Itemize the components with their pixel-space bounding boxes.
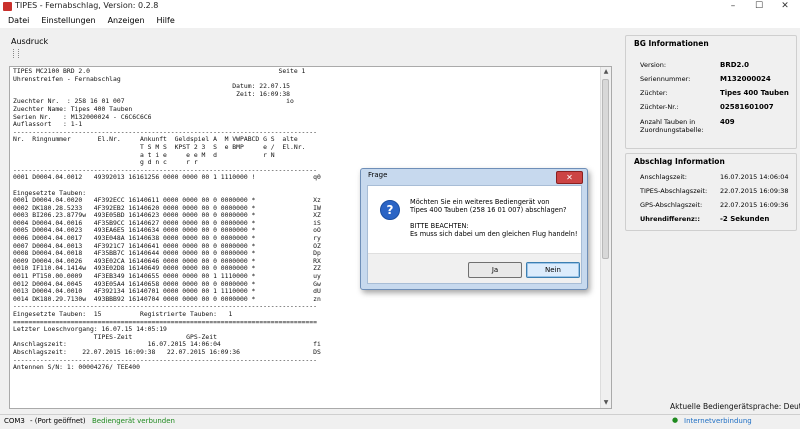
window-title: TIPES - Fernabschlag, Version: 0.2.8 (15, 1, 159, 10)
scroll-down-icon[interactable]: ▼ (601, 398, 611, 408)
dialog-body: ? Möchten Sie ein weiteres Bediengerät v… (367, 185, 582, 284)
status-internet: Internetverbindung (684, 417, 752, 425)
globe-icon: ● (672, 416, 679, 424)
yes-button[interactable]: Ja (468, 262, 522, 278)
dialog-title: Frage (368, 171, 388, 179)
tab-ausdruck[interactable]: Ausdruck (11, 37, 48, 46)
info-panel: BG Informationen Version: BRD2.0 Serienn… (625, 32, 797, 410)
status-bar: COM3 - (Port geöffnet) Bediengerät verbu… (0, 414, 800, 429)
menu-bar: Datei Einstellungen Anzeigen Hilfe (0, 13, 800, 28)
abschlag-info-header: Abschlag Information (634, 157, 725, 166)
dialog-close-button[interactable]: ✕ (556, 171, 583, 184)
close-window-button[interactable]: ✕ (772, 0, 798, 13)
menu-einstellungen[interactable]: Einstellungen (35, 13, 101, 28)
app-icon (3, 2, 12, 11)
menu-anzeigen[interactable]: Anzeigen (102, 13, 151, 28)
report-scrollbar[interactable]: ▲ ▼ (600, 67, 611, 408)
status-port: COM3 (4, 417, 25, 425)
title-bar: TIPES - Fernabschlag, Version: 0.2.8 – ☐… (0, 0, 800, 14)
question-icon: ? (380, 200, 400, 220)
print-toolbar (13, 48, 613, 60)
scroll-up-icon[interactable]: ▲ (601, 67, 611, 77)
abschlag-info-group: Abschlag Information Anschlagszeit: 16.0… (625, 153, 797, 231)
status-port-state: - (Port geöffnet) (30, 417, 86, 425)
scroll-thumb[interactable] (602, 79, 609, 259)
device-language: Aktuelle Bediengerätsprache: Deutsch (670, 402, 800, 411)
maximize-button[interactable]: ☐ (746, 0, 772, 13)
no-button[interactable]: Nein (526, 262, 580, 278)
menu-datei[interactable]: Datei (0, 13, 35, 28)
minimize-button[interactable]: – (720, 0, 746, 13)
menu-hilfe[interactable]: Hilfe (151, 13, 181, 28)
bg-info-header: BG Informationen (634, 39, 709, 48)
toolbar-grip[interactable] (13, 49, 19, 58)
status-device: Bediengerät verbunden (92, 417, 175, 425)
dialog-footer: Ja Nein (368, 253, 581, 283)
bg-info-group: BG Informationen Version: BRD2.0 Serienn… (625, 35, 797, 149)
dialog-message: Möchten Sie ein weiteres Bediengerät von… (410, 198, 578, 238)
question-dialog: Frage ✕ ? Möchten Sie ein weiteres Bedie… (360, 168, 588, 290)
